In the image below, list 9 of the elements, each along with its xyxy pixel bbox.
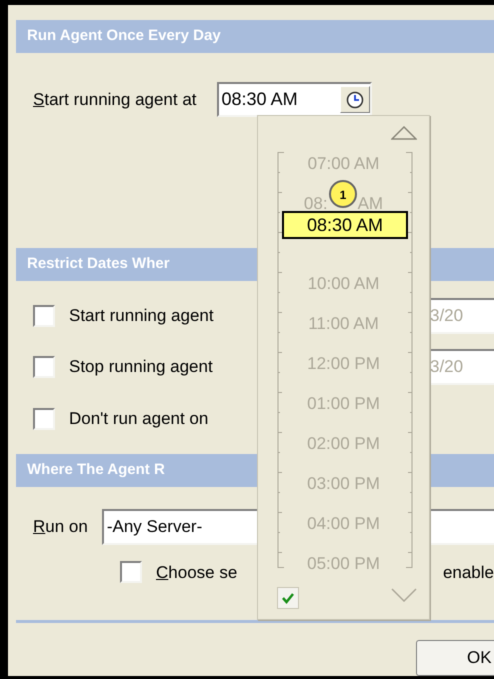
start-time-label: Start running agent at xyxy=(33,89,197,112)
section-header: Run Agent Once Every Day xyxy=(16,20,494,53)
enable-text: enable xyxy=(442,562,494,584)
choose-label: Choose se xyxy=(156,562,238,584)
option-label: Don't run agent on xyxy=(69,408,208,430)
option-label: Stop running agent xyxy=(69,356,213,378)
hint-badge: 1 xyxy=(329,180,357,208)
run-on-label: Run on xyxy=(33,516,88,538)
option-label: Start running agent xyxy=(69,304,214,327)
